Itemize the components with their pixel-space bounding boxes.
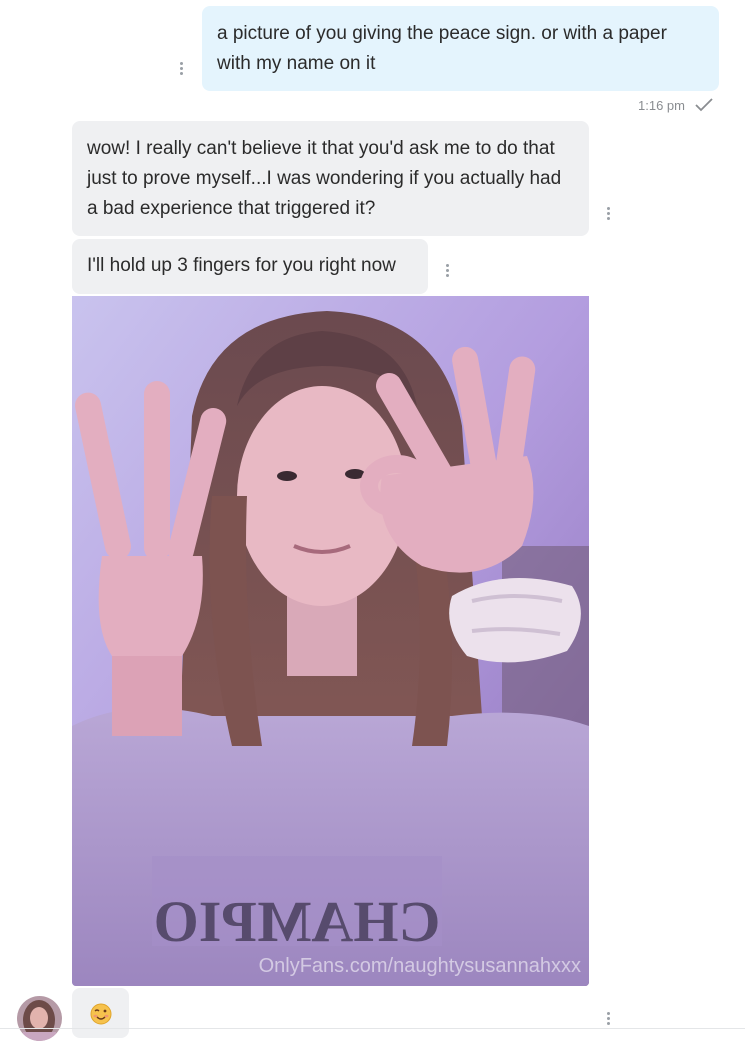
incoming-message-text: wow! I really can't believe it that you'…: [87, 138, 562, 219]
selfie-photo: CHAMPIO: [72, 296, 589, 986]
sent-checkmark-icon: [695, 98, 713, 112]
emoji-message-options-icon[interactable]: [605, 1011, 613, 1027]
avatar-image: [17, 996, 62, 1041]
emoji-message-bubble[interactable]: [72, 988, 129, 1038]
message-status: 1:16 pm: [620, 96, 720, 116]
sender-avatar[interactable]: [17, 996, 62, 1041]
incoming-message-options-icon[interactable]: [444, 263, 452, 279]
composer-divider: [0, 1028, 745, 1029]
outgoing-message-text: a picture of you giving the peace sign. …: [217, 23, 667, 74]
photo-watermark: OnlyFans.com/naughtysusannahxxx: [258, 955, 581, 977]
outgoing-message-options-icon[interactable]: [178, 61, 186, 77]
incoming-message-text: I'll hold up 3 fingers for you right now: [87, 255, 396, 276]
incoming-message-options-icon[interactable]: [605, 206, 613, 222]
outgoing-message-bubble[interactable]: a picture of you giving the peace sign. …: [202, 6, 719, 91]
photo-message[interactable]: CHAMPIO OnlyFans.com/naughtysusannahxxx: [72, 296, 589, 986]
incoming-message-bubble[interactable]: I'll hold up 3 fingers for you right now: [72, 239, 428, 294]
message-time: 1:16 pm: [638, 98, 685, 113]
winking-face-emoji-icon: [90, 1003, 112, 1025]
incoming-message-bubble[interactable]: wow! I really can't believe it that you'…: [72, 121, 589, 236]
shirt-print-text: CHAMPIO: [154, 889, 441, 954]
